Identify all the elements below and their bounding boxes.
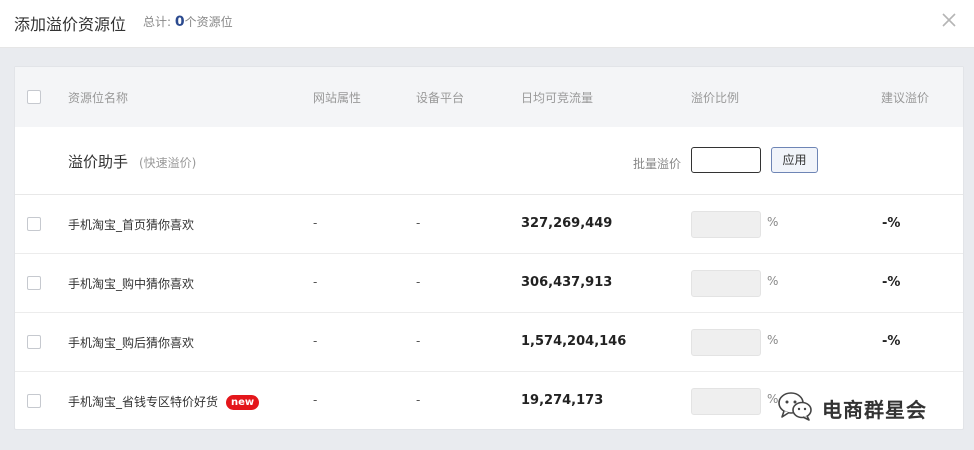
device-platform: - (416, 393, 421, 407)
row-checkbox[interactable] (27, 335, 41, 349)
helper-subtitle: (快速溢价) (139, 156, 197, 170)
suggested-premium: -% (882, 334, 901, 349)
bulk-premium-label: 批量溢价 (633, 157, 682, 171)
row-checkbox[interactable] (27, 394, 41, 408)
daily-traffic: 327,269,449 (521, 216, 613, 231)
device-platform: - (416, 216, 421, 230)
percent-unit: % (767, 333, 779, 347)
suggested-premium: -% (882, 275, 901, 290)
select-all-checkbox[interactable] (27, 90, 41, 104)
premium-ratio-input[interactable] (691, 388, 761, 415)
premium-helper-row: 溢价助手 (快速溢价) 批量溢价 应用 (15, 127, 963, 195)
total-suffix: 个资源位 (184, 15, 233, 29)
premium-ratio-input[interactable] (691, 211, 761, 238)
row-checkbox[interactable] (27, 217, 41, 231)
resource-name: 手机淘宝_省钱专区特价好货 new (68, 393, 260, 410)
column-header-traffic: 日均可竞流量 (521, 91, 594, 105)
bulk-premium-input[interactable] (691, 147, 761, 173)
table-row: 手机淘宝_首页猜你喜欢 - - 327,269,449 % -% (15, 195, 963, 254)
percent-unit: % (767, 215, 779, 229)
site-attribute: - (313, 393, 318, 407)
daily-traffic: 19,274,173 (521, 393, 604, 408)
premium-ratio-input[interactable] (691, 270, 761, 297)
total-prefix: 总计: (143, 15, 172, 29)
total-count: 0 (174, 14, 185, 30)
premium-ratio-input[interactable] (691, 329, 761, 356)
daily-traffic: 306,437,913 (521, 275, 613, 290)
table-row: 手机淘宝_购中猜你喜欢 - - 306,437,913 % -% (15, 254, 963, 313)
table-row: 手机淘宝_购后猜你喜欢 - - 1,574,204,146 % -% (15, 313, 963, 372)
column-header-platform: 设备平台 (416, 91, 465, 105)
device-platform: - (416, 334, 421, 348)
watermark-text: 电商群星会 (822, 397, 927, 422)
resource-name: 手机淘宝_购后猜你喜欢 (68, 336, 195, 350)
device-platform: - (416, 275, 421, 289)
row-checkbox[interactable] (27, 276, 41, 290)
site-attribute: - (313, 216, 318, 230)
percent-unit: % (767, 274, 779, 288)
resource-name-text: 手机淘宝_省钱专区特价好货 (68, 395, 219, 409)
resource-table: 资源位名称 网站属性 设备平台 日均可竞流量 溢价比例 建议溢价 溢价助手 (快… (14, 66, 964, 430)
site-attribute: - (313, 275, 318, 289)
total-summary: 总计: 0个资源位 (143, 13, 233, 30)
suggested-premium: -% (882, 216, 901, 231)
wechat-icon (776, 390, 814, 426)
apply-button[interactable]: 应用 (771, 147, 818, 173)
column-header-site: 网站属性 (313, 91, 362, 105)
resource-name: 手机淘宝_购中猜你喜欢 (68, 277, 195, 291)
resource-name: 手机淘宝_首页猜你喜欢 (68, 218, 195, 232)
new-badge: new (226, 395, 260, 410)
dialog-header: 添加溢价资源位 总计: 0个资源位 (0, 0, 974, 48)
dialog-title: 添加溢价资源位 (14, 15, 127, 34)
column-header-name: 资源位名称 (68, 91, 129, 105)
daily-traffic: 1,574,204,146 (521, 334, 627, 349)
table-header: 资源位名称 网站属性 设备平台 日均可竞流量 溢价比例 建议溢价 (15, 67, 963, 127)
helper-title: 溢价助手 (68, 153, 129, 171)
close-icon[interactable] (938, 9, 960, 31)
site-attribute: - (313, 334, 318, 348)
column-header-ratio: 溢价比例 (691, 91, 740, 105)
watermark: 电商群星会 (776, 390, 927, 426)
column-header-suggest: 建议溢价 (881, 91, 930, 105)
